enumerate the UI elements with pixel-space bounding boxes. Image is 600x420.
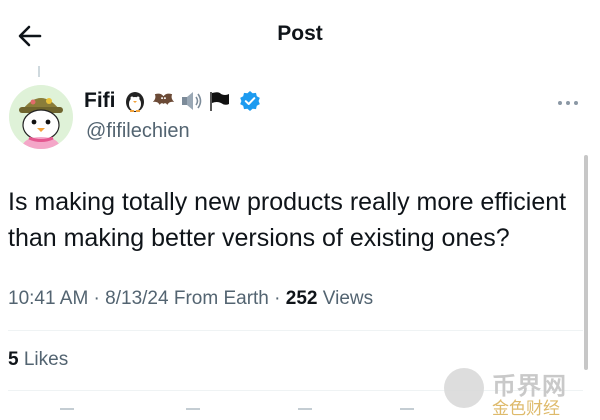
likes-count: 5 (8, 349, 19, 370)
post-source: From Earth (173, 288, 269, 309)
more-options-button[interactable] (556, 96, 580, 110)
more-dots-icon (558, 101, 578, 105)
likes-label: Likes (23, 349, 69, 370)
watermark-logo-icon (444, 368, 484, 408)
post-time[interactable]: 10:41 AM (8, 288, 88, 309)
display-name[interactable]: Fifi (84, 89, 116, 113)
divider (8, 330, 583, 331)
speaker-emoji-icon (179, 88, 204, 113)
post-meta: 10:41 AM · 8/13/24 From Earth · 252 View… (8, 288, 373, 310)
black-flag-emoji-icon (207, 88, 232, 113)
views-label: Views (322, 288, 374, 309)
watermark: 币界网 金色财经 (444, 366, 594, 418)
page-title: Post (277, 22, 323, 45)
watermark-subtext: 金色财经 (492, 399, 560, 418)
bat-emoji-icon (151, 88, 176, 113)
post-text: Is making totally new products really mo… (8, 188, 567, 252)
likes-stat[interactable]: 5 Likes (8, 349, 68, 371)
reply-icon[interactable] (60, 408, 74, 410)
verified-badge-icon[interactable] (239, 90, 261, 112)
bookmark-icon[interactable] (400, 408, 414, 410)
meta-separator: · (88, 288, 106, 309)
penguin-avatar-icon (9, 85, 73, 149)
views-count: 252 (285, 288, 318, 309)
like-icon[interactable] (298, 408, 312, 410)
avatar[interactable] (9, 85, 73, 149)
scrollbar[interactable] (584, 155, 588, 370)
penguin-emoji-icon (123, 88, 148, 113)
repost-icon[interactable] (186, 408, 200, 410)
thread-connector (38, 66, 40, 77)
author-handle[interactable]: @fifilechien (86, 120, 190, 143)
meta-separator: · (268, 288, 286, 309)
author-name-row: Fifi (84, 88, 261, 113)
post-date[interactable]: 8/13/24 (105, 288, 168, 309)
top-bar: Post (0, 0, 600, 70)
